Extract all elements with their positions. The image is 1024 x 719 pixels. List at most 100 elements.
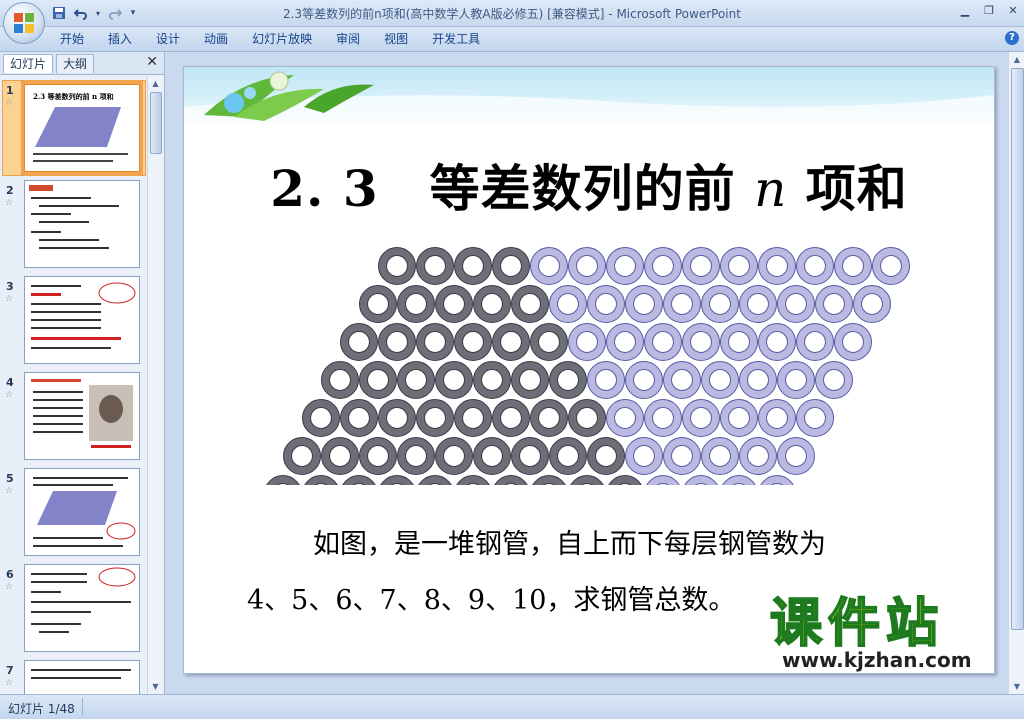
tab-outline[interactable]: 大纲	[56, 54, 95, 73]
tab-insert[interactable]: 插入	[96, 31, 144, 47]
pipe-light	[587, 361, 625, 399]
thumbnail-image	[24, 564, 140, 652]
pipe-light	[760, 475, 794, 485]
pipe-light	[720, 399, 758, 437]
scroll-down-icon[interactable]: ▼	[1009, 679, 1024, 694]
pipe-dark	[321, 361, 359, 399]
scroll-down-icon[interactable]: ▼	[148, 679, 163, 694]
pipe-dark	[511, 285, 549, 323]
pipe-dark	[492, 399, 530, 437]
pipe-dark	[608, 475, 642, 485]
close-icon[interactable]: ✕	[1006, 2, 1020, 18]
pipe-light	[739, 361, 777, 399]
ribbon-tabs: 开始 插入 设计 动画 幻灯片放映 审阅 视图 开发工具	[48, 31, 492, 47]
pipe-dark	[492, 323, 530, 361]
tab-review[interactable]: 审阅	[324, 31, 372, 47]
help-icon[interactable]: ?	[1005, 31, 1019, 45]
animation-star-icon: ☆	[5, 98, 14, 108]
pipe-dark	[494, 475, 528, 485]
kjzhan-watermark: 课件站 www.kjzhan.com	[762, 593, 992, 673]
pipe-light	[872, 247, 910, 285]
pipe-light	[796, 399, 834, 437]
pipe-light	[777, 285, 815, 323]
pipe-light	[701, 285, 739, 323]
pipe-dark	[359, 437, 397, 475]
watermark-logo-text: 课件站	[769, 593, 945, 655]
pipe-light	[644, 247, 682, 285]
thumbnail-image	[24, 372, 140, 460]
scrollbar-thumb[interactable]	[1011, 68, 1024, 630]
pipe-dark	[473, 285, 511, 323]
pipe-dark	[511, 361, 549, 399]
pipe-dark	[397, 285, 435, 323]
slide-canvas[interactable]: 2. 3 等差数列的前 n 项和 如图，是一堆钢管，自上而下每层钢管数为 4、5…	[183, 66, 995, 674]
pipe-light	[796, 247, 834, 285]
pipe-light	[549, 285, 587, 323]
thumbnail-number: 7	[6, 664, 14, 677]
pipe-light	[625, 437, 663, 475]
pipe-dark	[454, 323, 492, 361]
pipe-dark	[378, 247, 416, 285]
tab-developer[interactable]: 开发工具	[420, 31, 492, 47]
office-button[interactable]	[3, 2, 45, 44]
scrollbar-thumb[interactable]	[150, 92, 162, 154]
pipe-dark	[435, 285, 473, 323]
pipe-light	[606, 399, 644, 437]
tab-view[interactable]: 视图	[372, 31, 420, 47]
pipe-light	[644, 323, 682, 361]
pipe-dark	[532, 475, 566, 485]
pipe-light	[834, 323, 872, 361]
tab-animations[interactable]: 动画	[192, 31, 240, 47]
animation-star-icon: ☆	[5, 390, 14, 400]
slide-workspace: 2. 3 等差数列的前 n 项和 如图，是一堆钢管，自上而下每层钢管数为 4、5…	[165, 52, 1008, 694]
thumbnail-number: 4	[6, 376, 14, 389]
close-panel-icon[interactable]: ✕	[146, 54, 158, 70]
body-line-1: 如图，是一堆钢管，自上而下每层钢管数为	[313, 529, 826, 560]
minimize-icon[interactable]: ▁	[958, 2, 972, 18]
pipe-light	[684, 475, 718, 485]
tab-slideshow[interactable]: 幻灯片放映	[240, 31, 324, 47]
pipe-dark	[587, 437, 625, 475]
thumbnail-image	[24, 468, 140, 556]
pipe-dark	[416, 323, 454, 361]
pipe-dark	[549, 361, 587, 399]
slide-counter: 幻灯片 1/48	[8, 702, 75, 716]
pipe-dark	[380, 475, 414, 485]
pipe-light	[739, 437, 777, 475]
pipe-light	[701, 361, 739, 399]
thumbnail-number: 5	[6, 472, 14, 485]
thumbnail-number: 1	[6, 84, 14, 97]
slide-scrollbar[interactable]: ▲ ▼	[1008, 52, 1024, 694]
tab-design[interactable]: 设计	[144, 31, 192, 47]
pipe-dark	[378, 399, 416, 437]
title-prefix: 2. 3 等差数列的前	[270, 159, 736, 218]
pipe-dark	[454, 247, 492, 285]
scroll-up-icon[interactable]: ▲	[148, 76, 163, 91]
ribbon: 开始 插入 设计 动画 幻灯片放映 审阅 视图 开发工具 ?	[0, 27, 1024, 52]
pipe-dark	[342, 475, 376, 485]
status-separator	[82, 698, 83, 716]
pipe-light	[644, 399, 682, 437]
pipe-dark	[511, 437, 549, 475]
restore-icon[interactable]: ❐	[982, 2, 996, 18]
thumbnail-number: 3	[6, 280, 14, 293]
animation-star-icon: ☆	[5, 198, 14, 208]
tab-slides[interactable]: 幻灯片	[3, 54, 54, 73]
pipe-dark	[283, 437, 321, 475]
pipe-dark	[397, 437, 435, 475]
scroll-up-icon[interactable]: ▲	[1009, 52, 1024, 67]
title-variable: n	[754, 160, 788, 218]
thumbnail-scrollbar[interactable]: ▲ ▼	[147, 76, 163, 694]
title-bar: ▾ ▾ 2.3等差数列的前n项和(高中数学人教A版必修五) [兼容模式] - M…	[0, 0, 1024, 44]
pipe-dark	[435, 361, 473, 399]
pipe-light	[625, 361, 663, 399]
slide-header-decoration	[184, 67, 994, 122]
pipe-dark	[418, 475, 452, 485]
tab-home[interactable]: 开始	[48, 31, 96, 47]
pipe-light	[701, 437, 739, 475]
pipe-dark	[435, 437, 473, 475]
slides-panel: 幻灯片 大纲 ✕ 1 ☆ 2.3 等差数列的前 n 项和 2 ☆ 3 ☆ 4 ☆…	[0, 52, 165, 694]
pipe-light	[777, 437, 815, 475]
pipe-dark	[378, 323, 416, 361]
svg-text:2.3 等差数列的前 n 项和: 2.3 等差数列的前 n 项和	[33, 92, 114, 101]
